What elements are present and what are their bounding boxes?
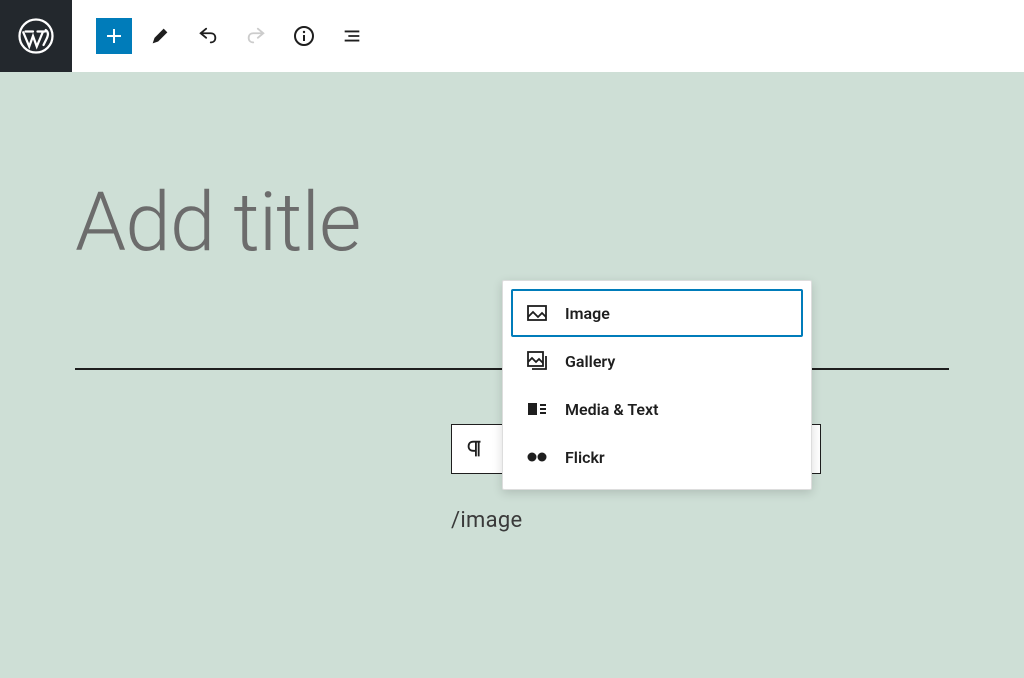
toolbar-buttons	[72, 16, 372, 56]
gallery-icon	[525, 349, 549, 373]
plus-icon	[102, 24, 126, 48]
paragraph-icon	[464, 438, 486, 460]
slash-command-text[interactable]: /image	[451, 508, 523, 533]
list-view-button[interactable]	[332, 16, 372, 56]
inserter-item-label: Gallery	[565, 352, 615, 371]
inserter-item-image[interactable]: Image	[511, 289, 803, 337]
inserter-item-label: Image	[565, 304, 610, 323]
info-button[interactable]	[284, 16, 324, 56]
inserter-item-media-text[interactable]: Media & Text	[511, 385, 803, 433]
inserter-item-label: Flickr	[565, 448, 605, 467]
outline-icon	[341, 25, 363, 47]
edit-mode-button[interactable]	[140, 16, 180, 56]
post-title-input[interactable]: Add title	[75, 182, 949, 264]
add-block-button[interactable]	[96, 18, 132, 54]
redo-button[interactable]	[236, 16, 276, 56]
inserter-item-flickr[interactable]: Flickr	[511, 433, 803, 481]
pencil-icon	[149, 25, 171, 47]
editor-toolbar	[0, 0, 1024, 72]
info-icon	[292, 24, 316, 48]
image-icon	[525, 301, 549, 325]
undo-icon	[197, 25, 219, 47]
redo-icon	[245, 25, 267, 47]
undo-button[interactable]	[188, 16, 228, 56]
inserter-item-label: Media & Text	[565, 400, 659, 419]
flickr-icon	[525, 445, 549, 469]
media-text-icon	[525, 397, 549, 421]
block-inserter-popup: Image Gallery Media & Text Flickr	[502, 280, 812, 490]
inserter-item-gallery[interactable]: Gallery	[511, 337, 803, 385]
wordpress-logo[interactable]	[0, 0, 72, 72]
wordpress-icon	[18, 18, 54, 54]
